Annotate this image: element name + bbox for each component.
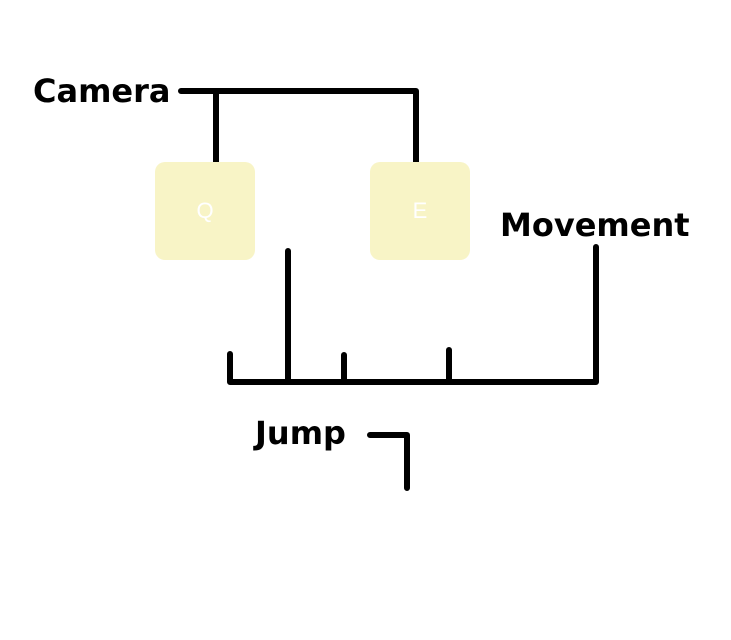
q-key-label: Q xyxy=(196,198,214,223)
jump-connector xyxy=(367,432,410,491)
e-key: E xyxy=(370,162,470,260)
jump-label: Jump xyxy=(255,414,346,452)
e-key-label: E xyxy=(412,198,428,223)
controls-diagram: Q E Camera Movement Jump xyxy=(0,0,731,640)
movement-label: Movement xyxy=(500,206,690,244)
q-key: Q xyxy=(155,162,255,260)
camera-label: Camera xyxy=(33,72,171,110)
movement-connector xyxy=(227,244,599,385)
